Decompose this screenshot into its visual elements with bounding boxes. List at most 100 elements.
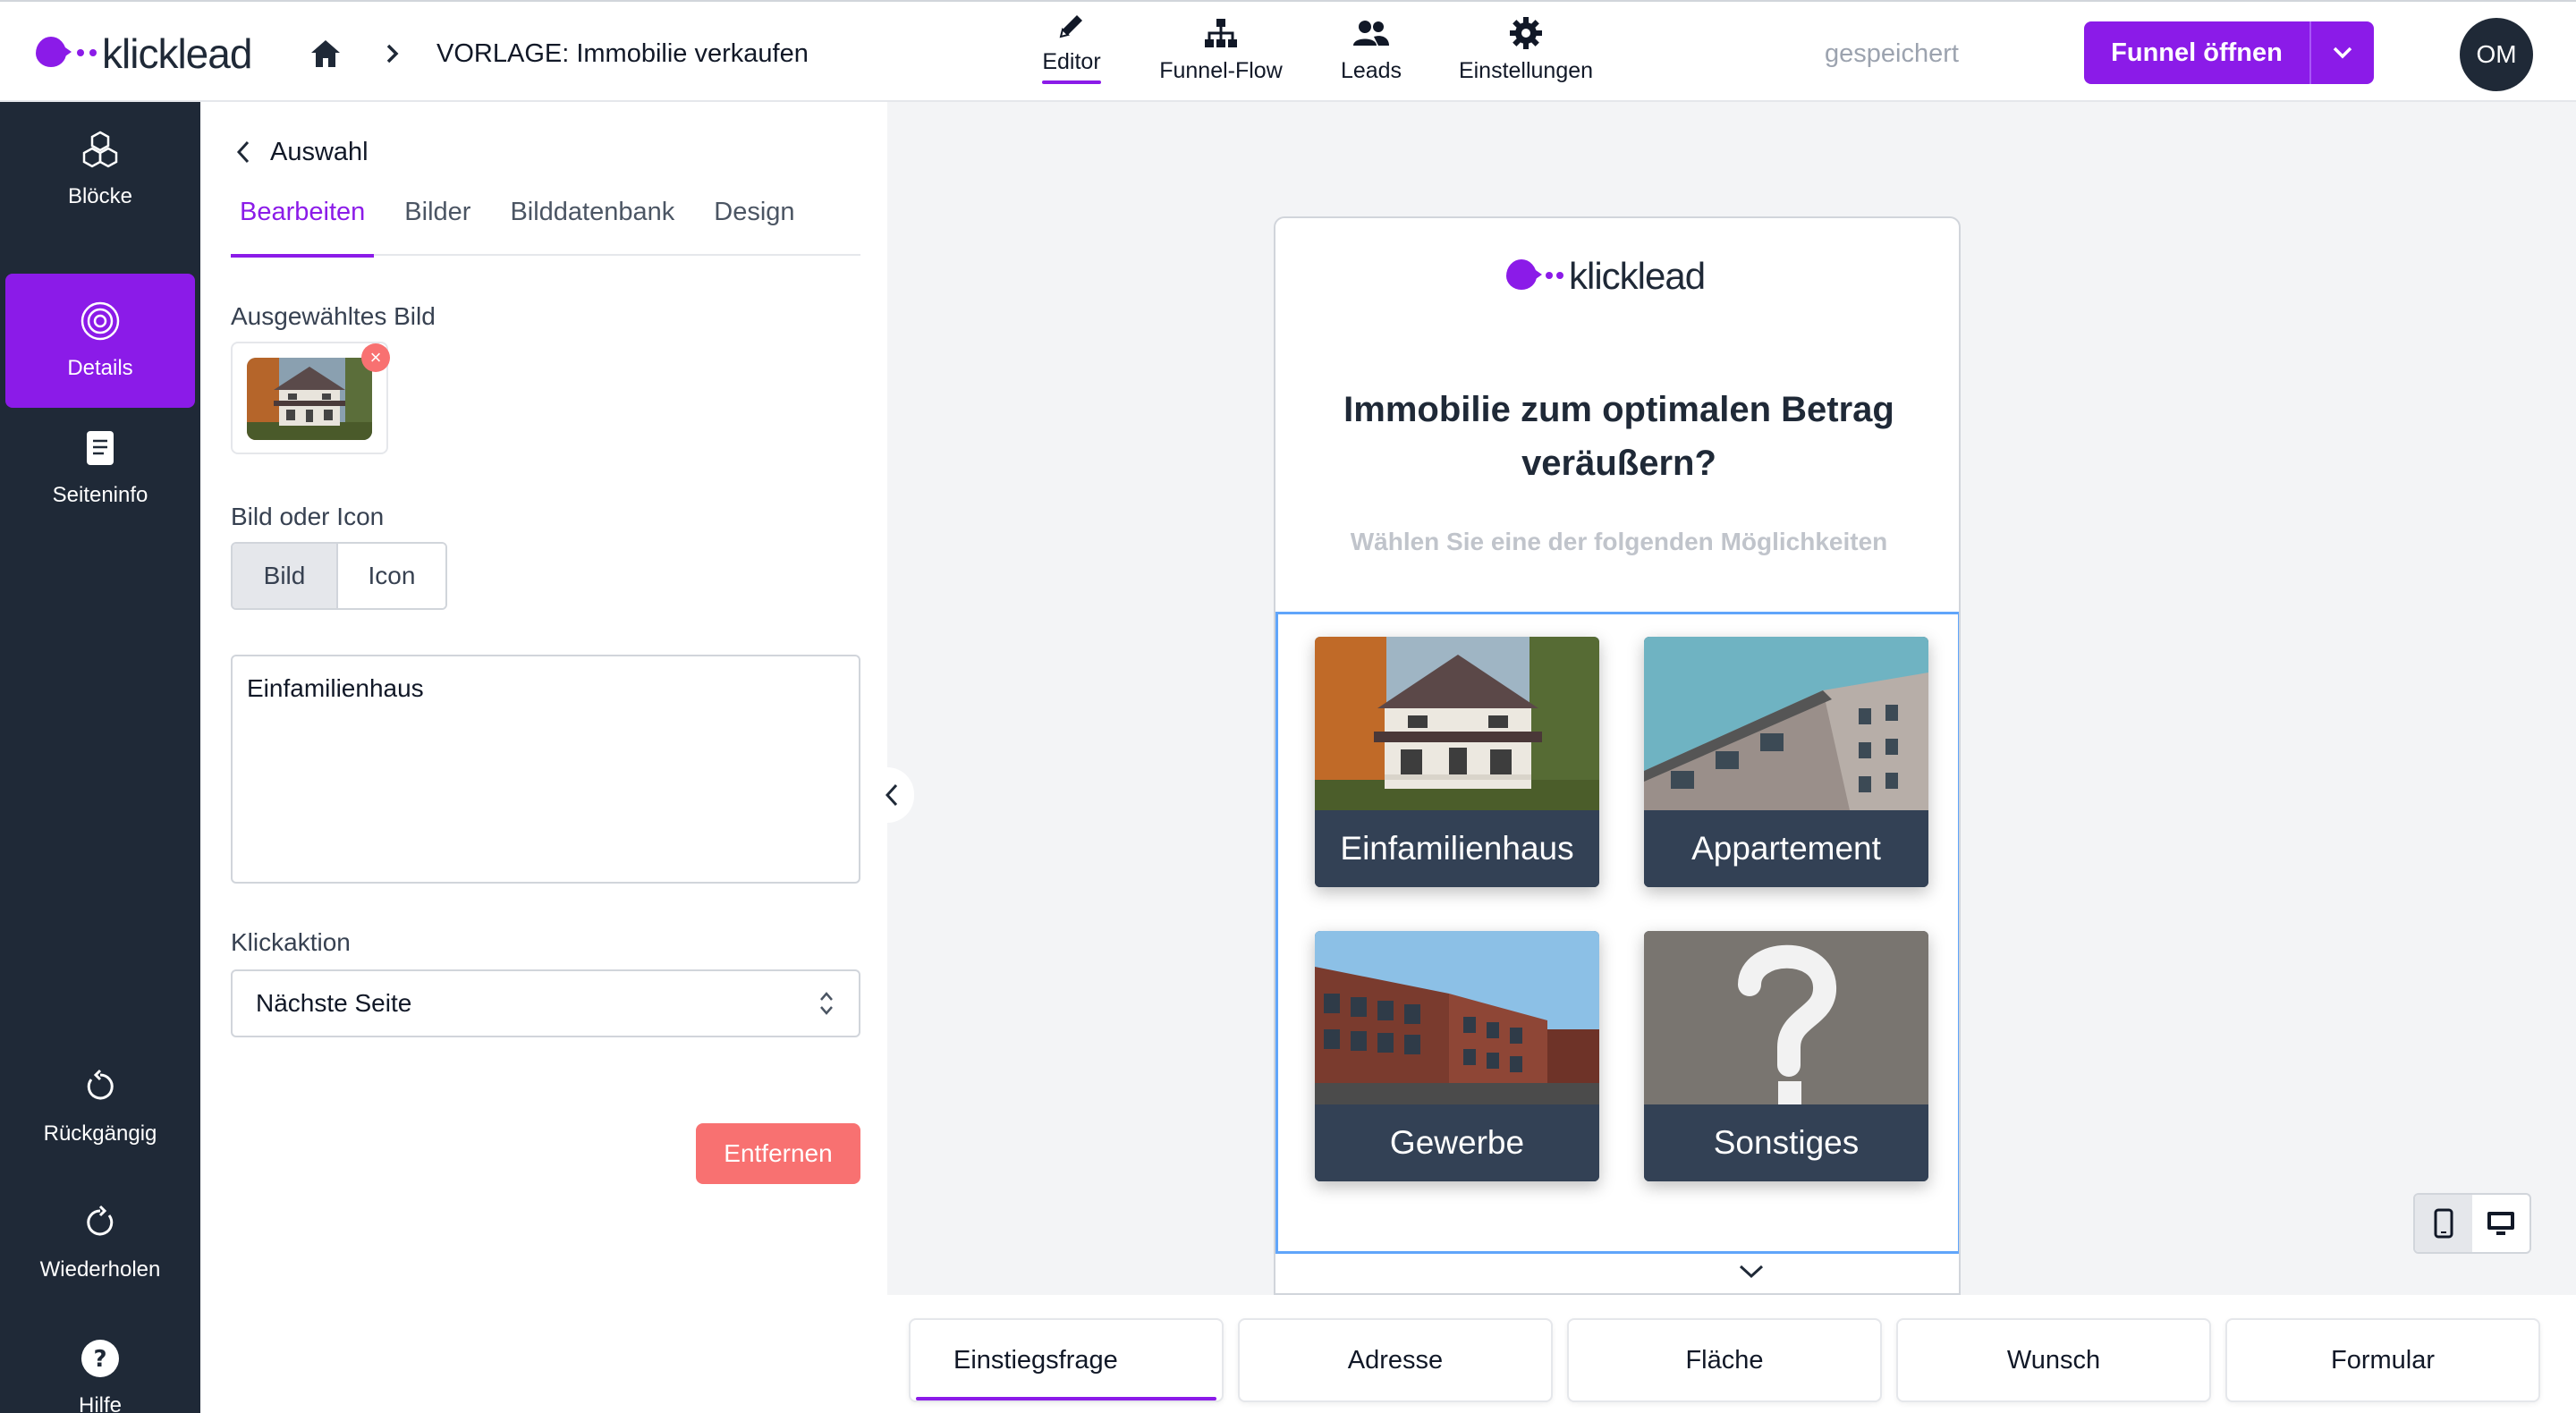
page-tabs-bar: Einstiegsfrage Adresse Fläche Wunsch For… bbox=[887, 1295, 2576, 1413]
tab-funnel-flow-label: Funnel-Flow bbox=[1159, 58, 1283, 83]
selection-block[interactable]: Einfamilienhaus Appartement Gewerbe Sons… bbox=[1275, 612, 1959, 1254]
desktop-icon bbox=[2487, 1212, 2514, 1235]
option-card-appartement[interactable]: Appartement bbox=[1644, 637, 1928, 887]
open-funnel-button[interactable]: Funnel öffnen bbox=[2084, 21, 2309, 84]
option-text-input[interactable]: Einfamilienhaus bbox=[231, 655, 860, 884]
target-icon bbox=[80, 300, 121, 342]
house-image bbox=[1315, 637, 1599, 810]
chevron-left-icon bbox=[886, 783, 898, 807]
selected-image-box[interactable]: × bbox=[231, 342, 390, 454]
preview-logo: klicklead bbox=[1506, 254, 1706, 299]
tab-settings[interactable]: Einstellungen bbox=[1456, 14, 1596, 91]
option-label: Sonstiges bbox=[1644, 1104, 1928, 1181]
logo-mark-icon bbox=[1506, 254, 1565, 299]
page-tab-einstiegsfrage[interactable]: Einstiegsfrage bbox=[909, 1318, 1224, 1402]
question-mark-image bbox=[1644, 931, 1928, 1104]
sidebar-item-label: Details bbox=[67, 356, 133, 380]
top-bar: klicklead VORLAGE: Immobilie verkaufen E… bbox=[0, 0, 2576, 102]
page-tab-formular[interactable]: Formular bbox=[2225, 1318, 2540, 1402]
click-action-select[interactable]: Nächste Seite bbox=[231, 969, 860, 1037]
help-icon: ? bbox=[80, 1338, 120, 1379]
image-or-icon-label: Bild oder Icon bbox=[231, 503, 385, 530]
sitemap-icon bbox=[1203, 15, 1239, 51]
sidebar-item-blocks[interactable]: Blöcke bbox=[5, 102, 195, 236]
toggle-bild[interactable]: Bild bbox=[233, 544, 338, 608]
home-icon[interactable] bbox=[306, 34, 345, 73]
klicklead-logo[interactable]: klicklead bbox=[36, 29, 252, 79]
pencil-icon bbox=[1055, 10, 1088, 42]
sidebar-item-label: Wiederholen bbox=[39, 1257, 161, 1282]
preview-subheadline[interactable]: Wählen Sie eine der folgenden Möglichkei… bbox=[1311, 528, 1927, 556]
logo-mark-icon bbox=[36, 31, 98, 76]
sidebar-item-label: Hilfe bbox=[78, 1393, 122, 1413]
option-card-einfamilienhaus[interactable]: Einfamilienhaus bbox=[1315, 637, 1599, 887]
svg-text:?: ? bbox=[93, 1346, 106, 1373]
chevron-left-icon bbox=[236, 140, 250, 164]
option-card-gewerbe[interactable]: Gewerbe bbox=[1315, 931, 1599, 1181]
click-action-label: Klickaktion bbox=[231, 928, 351, 956]
sidebar-item-details[interactable]: Details bbox=[5, 274, 195, 408]
house-thumbnail bbox=[247, 358, 372, 440]
desktop-view-button[interactable] bbox=[2472, 1195, 2529, 1252]
chevron-down-icon bbox=[2333, 47, 2352, 59]
save-status: gespeichert bbox=[1825, 39, 1959, 68]
tab-bilder[interactable]: Bilder bbox=[395, 193, 479, 256]
sidebar-item-label: Blöcke bbox=[67, 184, 133, 208]
option-label: Gewerbe bbox=[1315, 1104, 1599, 1181]
option-card-sonstiges[interactable]: Sonstiges bbox=[1644, 931, 1928, 1181]
users-icon bbox=[1352, 15, 1390, 51]
tab-editor-label: Editor bbox=[1042, 49, 1100, 84]
chevron-down-icon bbox=[1739, 1265, 1764, 1279]
open-funnel-dropdown-button[interactable] bbox=[2309, 21, 2374, 84]
tab-editor[interactable]: Editor bbox=[1036, 14, 1107, 91]
sidebar-item-label: Seiteninfo bbox=[52, 483, 148, 507]
preview-brand-name: klicklead bbox=[1569, 255, 1706, 297]
option-label: Einfamilienhaus bbox=[1315, 810, 1599, 887]
sidebar-item-redo[interactable]: Wiederholen bbox=[5, 1175, 195, 1309]
tab-settings-label: Einstellungen bbox=[1458, 58, 1594, 83]
select-arrows-icon bbox=[820, 992, 833, 1015]
tab-bearbeiten[interactable]: Bearbeiten bbox=[231, 193, 375, 258]
sidebar-item-label: Rückgängig bbox=[43, 1121, 157, 1146]
mobile-view-button[interactable] bbox=[2415, 1195, 2472, 1252]
cubes-icon bbox=[80, 129, 121, 170]
tab-design[interactable]: Design bbox=[705, 193, 803, 256]
back-button[interactable]: Auswahl bbox=[236, 132, 369, 172]
funnel-title: VORLAGE: Immobilie verkaufen bbox=[436, 39, 809, 68]
phone-icon bbox=[2434, 1208, 2453, 1239]
remove-image-icon[interactable]: × bbox=[361, 343, 390, 372]
page-tab-flaeche[interactable]: Fläche bbox=[1567, 1318, 1882, 1402]
sidebar-item-help[interactable]: ? Hilfe bbox=[5, 1311, 195, 1413]
left-sidebar: Blöcke Details Seiteninfo Rückgängig Wie… bbox=[0, 102, 200, 1413]
tab-leads-label: Leads bbox=[1340, 58, 1402, 83]
scroll-down-button[interactable] bbox=[1733, 1248, 1769, 1295]
page-tab-wunsch[interactable]: Wunsch bbox=[1896, 1318, 2211, 1402]
collapse-panel-button[interactable] bbox=[869, 767, 914, 823]
undo-icon bbox=[82, 1066, 118, 1107]
tab-bilddatenbank[interactable]: Bilddatenbank bbox=[501, 193, 683, 256]
selected-image-label: Ausgewähltes Bild bbox=[231, 302, 436, 330]
sidebar-item-page-info[interactable]: Seiteninfo bbox=[5, 401, 195, 535]
preview-headline[interactable]: Immobilie zum optimalen Betrag veräußern… bbox=[1311, 383, 1927, 490]
option-label: Appartement bbox=[1644, 810, 1928, 887]
funnel-preview: klicklead Immobilie zum optimalen Betrag… bbox=[1274, 216, 1961, 1295]
chevron-right-icon bbox=[379, 36, 406, 72]
avatar[interactable]: OM bbox=[2460, 18, 2533, 91]
brand-name: klicklead bbox=[102, 30, 252, 77]
redo-icon bbox=[82, 1202, 118, 1243]
page-tab-adresse[interactable]: Adresse bbox=[1238, 1318, 1553, 1402]
toggle-icon[interactable]: Icon bbox=[338, 544, 445, 608]
sidebar-item-undo[interactable]: Rückgängig bbox=[5, 1039, 195, 1173]
back-label: Auswahl bbox=[270, 137, 369, 166]
commercial-building-image bbox=[1315, 931, 1599, 1104]
click-action-value: Nächste Seite bbox=[256, 989, 412, 1017]
device-view-toggle bbox=[2413, 1193, 2531, 1254]
document-icon bbox=[86, 427, 114, 469]
apartment-image bbox=[1644, 637, 1928, 810]
image-icon-toggle: Bild Icon bbox=[231, 542, 447, 610]
gear-icon bbox=[1509, 15, 1543, 51]
remove-option-button[interactable]: Entfernen bbox=[696, 1123, 860, 1184]
tab-leads[interactable]: Leads bbox=[1335, 14, 1408, 91]
tab-funnel-flow[interactable]: Funnel-Flow bbox=[1154, 14, 1288, 91]
properties-panel: Auswahl Bearbeiten Bilder Bilddatenbank … bbox=[200, 102, 887, 1413]
